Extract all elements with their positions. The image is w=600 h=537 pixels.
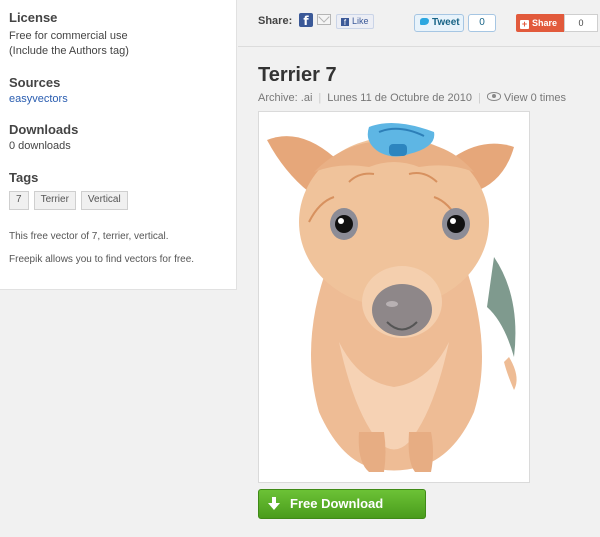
mail-icon[interactable] [317, 14, 331, 25]
download-arrow-icon [268, 497, 280, 510]
like-label: Like [352, 16, 369, 26]
gshare-label: Share [532, 18, 558, 28]
license-text: Free for commercial use [9, 30, 128, 42]
twitter-bird-icon [420, 18, 429, 25]
downloads-heading: Downloads [9, 122, 79, 137]
share-label: Share: [258, 15, 293, 27]
archive-type: Archive: .ai [258, 92, 313, 104]
google-share-count: 0 [564, 14, 598, 32]
license-heading: License [9, 10, 58, 25]
main-content: Share: f f Like Tweet 0 + Share 0 Terrier … [238, 0, 600, 537]
eye-icon [486, 92, 501, 101]
facebook-small-icon: f [341, 18, 349, 27]
preview-image[interactable] [258, 111, 530, 483]
page-title: Terrier 7 [258, 64, 337, 86]
publish-date: Lunes 11 de Octubre de 2010 [327, 92, 473, 104]
sources-heading: Sources [9, 75, 61, 90]
tweet-button[interactable]: Tweet [414, 14, 464, 32]
tweet-count: 0 [468, 14, 496, 32]
share-bar: Share: f f Like Tweet 0 + Share 0 [238, 0, 600, 47]
facebook-like-button[interactable]: f Like [336, 14, 374, 29]
facebook-icon[interactable]: f [299, 13, 313, 28]
plus-icon: + [520, 19, 529, 29]
promo-text: Freepik allows you to find vectors for f… [9, 254, 195, 265]
tags-heading: Tags [9, 170, 39, 185]
tag-vertical[interactable]: Vertical [80, 191, 128, 210]
sidebar: License Free for commercial use (Include… [0, 0, 237, 290]
download-label: Free Download [290, 496, 384, 511]
google-share-button[interactable]: + Share [516, 14, 564, 32]
downloads-count: 0 downloads [9, 140, 71, 152]
description-text: This free vector of 7, terrier, vertical… [9, 231, 169, 242]
terrier-illustration [267, 123, 517, 472]
view-count: View 0 times [503, 92, 567, 104]
source-link[interactable]: easyvectors [9, 93, 68, 105]
tweet-label: Tweet [432, 17, 460, 28]
free-download-button[interactable]: Free Download [258, 489, 426, 519]
license-note: (Include the Authors tag) [9, 45, 129, 57]
tag-7[interactable]: 7 [9, 191, 29, 210]
tag-list: 7 Terrier Vertical [9, 191, 128, 210]
item-meta: Archive: .ai | Lunes 11 de Octubre de 2010… [258, 92, 567, 104]
tag-terrier[interactable]: Terrier [33, 191, 76, 210]
